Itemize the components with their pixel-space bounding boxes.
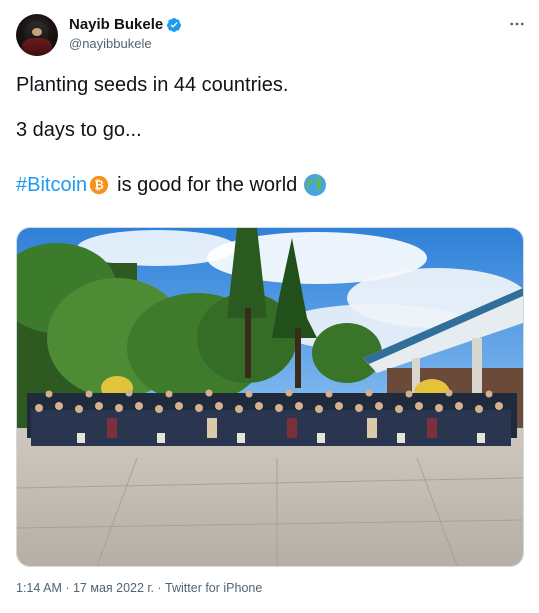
tweet-time-link[interactable]: 1:14 AM · 17 мая 2022 г. — [16, 581, 154, 595]
bitcoin-icon: ₿ — [89, 175, 109, 195]
tweet-text-rest: is good for the world — [117, 174, 298, 196]
avatar[interactable] — [16, 14, 58, 56]
tweet-text-line-2: 3 days to go... — [16, 119, 142, 141]
verified-badge-icon — [167, 17, 182, 32]
tweet-photo[interactable] — [16, 227, 524, 567]
hashtag-link[interactable]: #Bitcoin — [16, 173, 87, 197]
svg-text:₿: ₿ — [94, 178, 104, 192]
tweet-meta: 1:14 AM · 17 мая 2022 г. · Twitter for i… — [16, 581, 263, 595]
globe-icon — [304, 174, 327, 196]
tweet-text-line-1: Planting seeds in 44 countries. — [16, 74, 289, 96]
group-photo-image — [17, 228, 523, 566]
tweet-source-link[interactable]: Twitter for iPhone — [165, 581, 262, 595]
author-name-row: Nayib Bukele — [69, 16, 182, 33]
author-name[interactable]: Nayib Bukele — [69, 16, 163, 33]
tweet: Nayib Bukele @nayibbukele Planting seeds… — [0, 0, 539, 613]
tweet-text-line-3: #Bitcoin ₿ is good for the world — [16, 173, 327, 197]
more-options-icon[interactable] — [506, 14, 528, 34]
author-handle[interactable]: @nayibbukele — [69, 36, 152, 51]
